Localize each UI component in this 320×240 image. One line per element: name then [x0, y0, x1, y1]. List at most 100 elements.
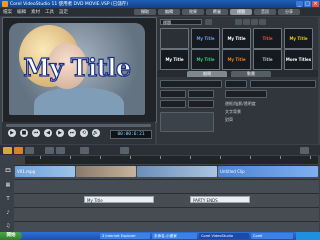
fit-project-icon[interactable] [300, 147, 309, 154]
zoom-in-icon[interactable] [120, 147, 129, 154]
library-thumb[interactable]: My Title [191, 28, 220, 49]
font-color-swatch[interactable] [188, 90, 214, 98]
next-frame-button[interactable]: ▶ [56, 129, 64, 137]
zoom-out-icon[interactable] [80, 147, 89, 154]
tab-effect[interactable]: 效果 [182, 9, 204, 15]
home-button[interactable]: ⏮ [32, 129, 40, 137]
tab-audio[interactable]: 音訊 [254, 9, 276, 15]
library-add-icon[interactable] [235, 19, 242, 25]
library-thumb[interactable]: My Title [222, 28, 251, 49]
end-button[interactable]: ⏭ [68, 129, 76, 137]
library-thumb[interactable]: Title [253, 28, 282, 49]
ruler-tick [130, 156, 131, 159]
menu-tools[interactable]: 工具 [45, 9, 54, 15]
video-clip[interactable]: V01.mpg [15, 166, 75, 177]
ruler-tick [280, 156, 281, 159]
ruler-tick [310, 156, 311, 159]
previous-frame-button[interactable]: ◀ [44, 129, 52, 137]
tab-overlay[interactable]: 覆疊 [206, 9, 228, 15]
font-name-select[interactable] [250, 80, 316, 88]
music-track-icon: ♫ [5, 223, 11, 229]
close-button[interactable]: × [312, 1, 319, 7]
step-tabs: 擷取 編輯 效果 覆疊 標題 音訊 分享 [130, 8, 320, 16]
font-size-field[interactable] [160, 90, 186, 98]
title-bar[interactable]: Corel VideoStudio 11 使用者 DVD MOVIE.VSP (… [0, 0, 320, 8]
bold-toggle[interactable] [188, 100, 214, 108]
storyboard-view-icon[interactable] [3, 147, 12, 154]
text-background-label[interactable]: 文字背景 [225, 109, 241, 115]
library-view-icon[interactable] [251, 19, 258, 25]
taskbar-item[interactable]: 未命名-小畫家 [152, 233, 197, 239]
repeat-button[interactable]: ⟲ [80, 129, 88, 137]
angle-field[interactable] [160, 100, 186, 108]
preview-shirt [34, 88, 124, 115]
preview-title-text[interactable]: My Title [9, 52, 145, 82]
title-clip[interactable]: My Title [84, 196, 154, 203]
menu-settings[interactable]: 設定 [59, 9, 68, 15]
library-thumb[interactable]: Title [253, 49, 282, 70]
system-tray [296, 232, 320, 240]
library-thumb[interactable]: My Title [191, 49, 220, 70]
maximize-button[interactable]: □ [304, 1, 311, 7]
music-track[interactable] [14, 221, 319, 232]
undo-icon[interactable] [45, 147, 54, 154]
library-thumb[interactable]: My Title [160, 49, 189, 70]
library-thumb[interactable]: My Title [222, 49, 251, 70]
font-select[interactable] [225, 80, 247, 88]
library-options-icon[interactable] [259, 19, 266, 25]
library-category-select[interactable]: 標題 [160, 19, 202, 25]
alignment-grid[interactable] [160, 112, 214, 132]
library-sort-icon[interactable] [243, 19, 250, 25]
preview-window[interactable]: My Title [9, 23, 145, 115]
border-shadow-label[interactable]: 邊框/陰影/透明度 [225, 101, 256, 107]
app-icon [2, 1, 8, 7]
tab-options-animation[interactable]: 動畫 [231, 71, 271, 77]
stop-button[interactable]: ■ [20, 129, 28, 137]
ruler-tick [160, 156, 161, 159]
ruler-tick [220, 156, 221, 159]
voice-track[interactable] [14, 207, 319, 221]
library-thumb[interactable] [160, 28, 189, 49]
timeline-ruler[interactable] [25, 156, 318, 164]
menu-clip[interactable]: 素材 [31, 9, 40, 15]
library-thumb[interactable]: More Titles [284, 49, 313, 70]
tab-share[interactable]: 分享 [278, 9, 300, 15]
library-dropdown-icon[interactable] [205, 19, 212, 25]
title-track[interactable] [14, 193, 319, 207]
line-spacing-field[interactable] [225, 90, 267, 98]
audio-view-icon[interactable] [25, 147, 34, 154]
title-clip[interactable]: PARTY ENDS [190, 196, 250, 203]
duration-field[interactable] [160, 80, 222, 88]
video-track-icon: 🎞 [4, 168, 12, 174]
taskbar-item[interactable]: 3 Internet Explorer [100, 233, 150, 239]
overlay-track-header: ▦ [1, 179, 13, 192]
volume-button[interactable]: 🔊 [92, 129, 100, 137]
menu-edit[interactable]: 編輯 [17, 9, 26, 15]
tab-edit[interactable]: 編輯 [158, 9, 180, 15]
video-clip[interactable]: Untitled Clip [218, 166, 318, 177]
play-button[interactable]: ▶ [8, 129, 16, 137]
video-clip[interactable] [137, 166, 217, 177]
music-track-header: ♫ [1, 221, 13, 231]
scrubber-bar[interactable] [6, 124, 151, 127]
title-track-icon: T [6, 196, 10, 202]
menu-file[interactable]: 檔案 [3, 9, 12, 15]
align-label[interactable]: 對齊 [225, 117, 233, 123]
ruler-tick [190, 156, 191, 159]
ruler-tick [40, 156, 41, 159]
start-button[interactable]: 開始 [0, 232, 22, 240]
tab-title[interactable]: 標題 [230, 9, 252, 15]
minimize-button[interactable]: _ [296, 1, 303, 7]
tab-capture[interactable]: 擷取 [134, 9, 156, 15]
library-thumb[interactable]: My Title [284, 28, 313, 49]
ruler-tick [100, 156, 101, 159]
timeline-view-icon[interactable] [14, 147, 23, 154]
timecode-display[interactable]: 00:00:6:21 [110, 130, 152, 139]
tab-options-edit[interactable]: 編輯 [187, 71, 227, 77]
window-title: Corel VideoStudio 11 使用者 DVD MOVIE.VSP (… [10, 2, 129, 7]
taskbar-item[interactable]: Corel [251, 233, 293, 239]
taskbar-item[interactable]: Corel VideoStudio [199, 233, 249, 239]
overlay-track[interactable] [14, 179, 319, 193]
video-clip[interactable] [76, 166, 136, 177]
redo-icon[interactable] [56, 147, 65, 154]
